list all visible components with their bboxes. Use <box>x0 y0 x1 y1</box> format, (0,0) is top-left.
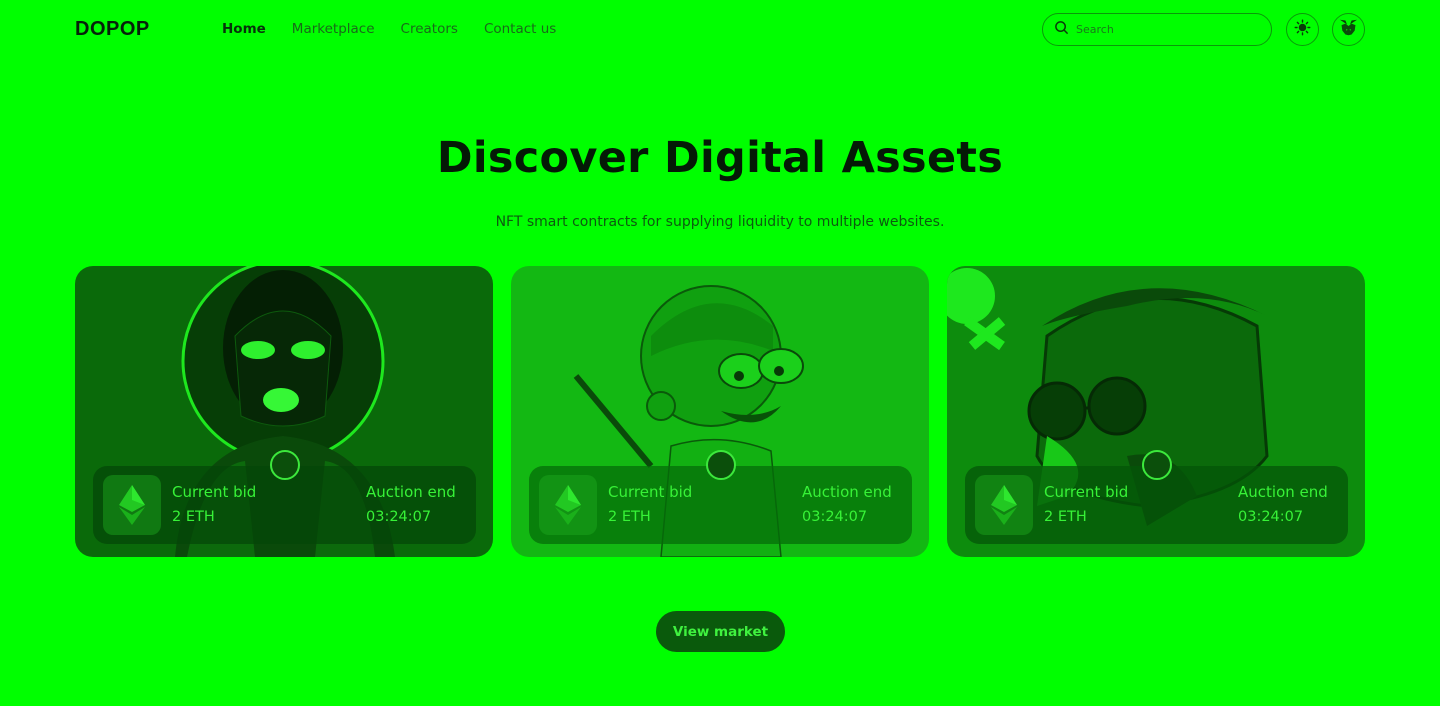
nft-card-3[interactable]: Current bid 2 ETH Auction end 03:24:07 <box>947 266 1365 557</box>
card-2-status-dot <box>706 450 736 480</box>
nav-home[interactable]: Home <box>222 21 266 37</box>
current-bid-label: Current bid <box>1044 483 1129 501</box>
current-bid-label: Current bid <box>608 483 693 501</box>
ethereum-icon <box>103 475 161 535</box>
nav-contact-us[interactable]: Contact us <box>484 21 556 37</box>
current-bid-value: 2 ETH <box>1044 509 1087 525</box>
card-3-status-dot <box>1142 450 1172 480</box>
nav-marketplace[interactable]: Marketplace <box>292 21 375 37</box>
auction-end-label: Auction end <box>802 483 892 501</box>
logo[interactable]: DOPOP <box>75 18 150 41</box>
wallet-connect-button[interactable] <box>1332 13 1365 46</box>
nft-card-2[interactable]: Current bid 2 ETH Auction end 03:24:07 <box>511 266 929 557</box>
sun-icon <box>1294 19 1311 40</box>
view-market-button[interactable]: View market <box>656 611 785 652</box>
hero-title: Discover Digital Assets <box>436 133 1004 183</box>
auction-end-label: Auction end <box>366 483 456 501</box>
auction-end-value: 03:24:07 <box>366 509 432 525</box>
search-input[interactable] <box>1076 23 1256 36</box>
metamask-fox-icon <box>1339 19 1358 40</box>
nav-creators[interactable]: Creators <box>401 21 458 37</box>
current-bid-value: 2 ETH <box>608 509 651 525</box>
main-nav: Home Marketplace Creators Contact us <box>222 21 556 37</box>
hero-subtitle: NFT smart contracts for supplying liquid… <box>495 214 945 230</box>
ethereum-icon <box>539 475 597 535</box>
theme-toggle-button[interactable] <box>1286 13 1319 46</box>
current-bid-label: Current bid <box>172 483 257 501</box>
search-box[interactable] <box>1042 13 1272 46</box>
auction-end-value: 03:24:07 <box>802 509 868 525</box>
nft-card-1[interactable]: Current bid 2 ETH Auction end 03:24:07 <box>75 266 493 557</box>
auction-end-value: 03:24:07 <box>1238 509 1304 525</box>
card-1-status-dot <box>270 450 300 480</box>
ethereum-icon <box>975 475 1033 535</box>
auction-end-label: Auction end <box>1238 483 1328 501</box>
search-icon <box>1054 20 1069 39</box>
current-bid-value: 2 ETH <box>172 509 215 525</box>
site-header: DOPOP Home Marketplace Creators Contact … <box>0 0 1440 60</box>
